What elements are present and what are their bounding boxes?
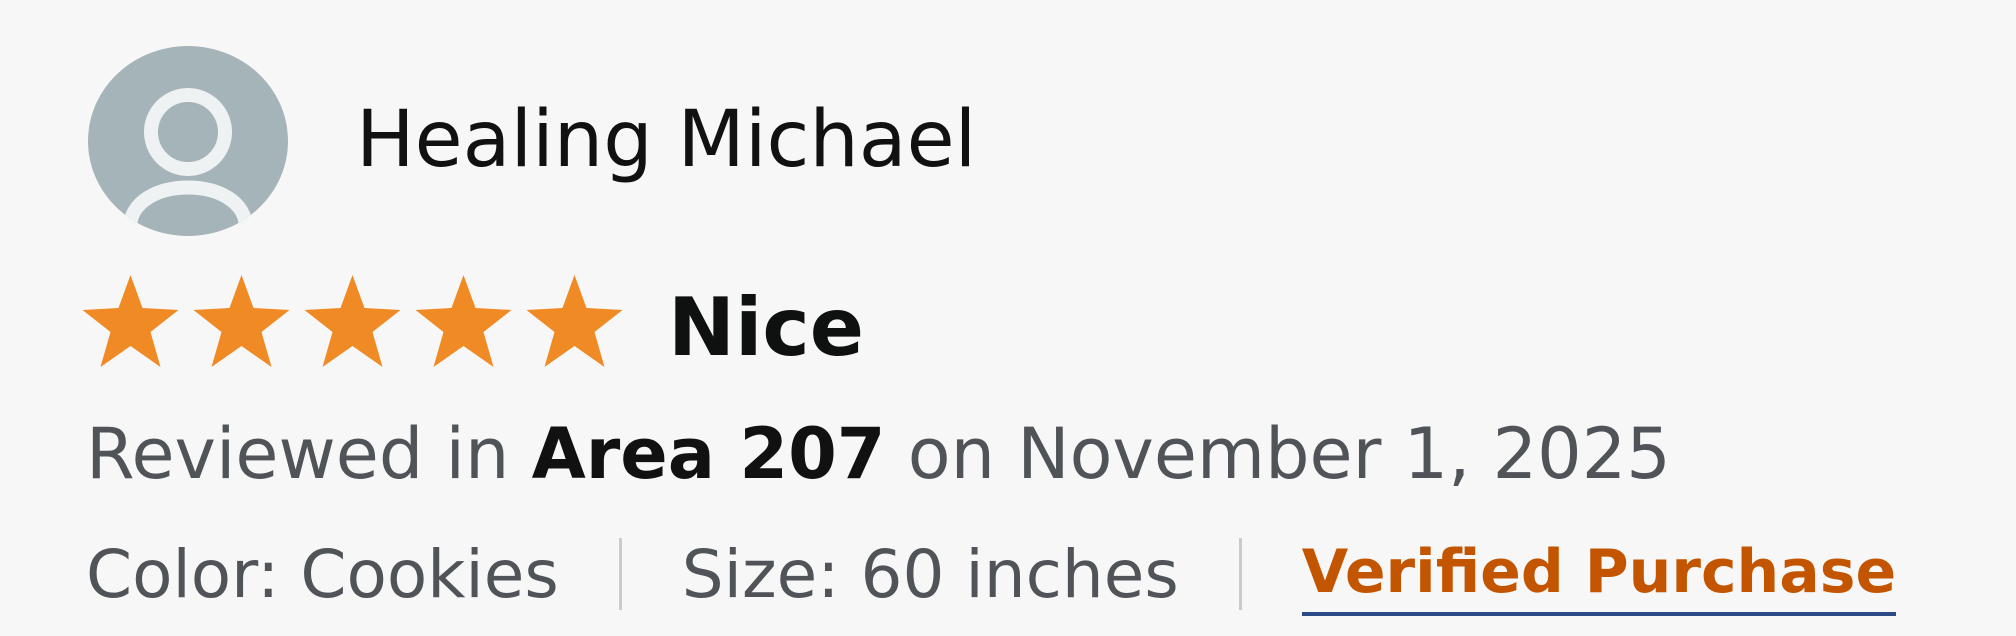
star-filled-icon — [82, 275, 179, 367]
divider — [1238, 538, 1242, 610]
reviewer-avatar[interactable] — [88, 46, 288, 236]
customer-review: Healing Michael Nice Reviewed in Area 20… — [0, 0, 2016, 636]
reviewer-name[interactable]: Healing Michael — [356, 86, 976, 194]
star-filled-icon — [415, 275, 512, 367]
star-filled-icon — [193, 275, 290, 367]
user-silhouette-icon — [123, 88, 253, 235]
divider — [618, 538, 622, 610]
star-filled-icon — [526, 275, 623, 367]
variant-color: Color: Cookies — [86, 535, 559, 613]
review-date: on November 1, 2025 — [907, 413, 1671, 495]
review-date-line: Reviewed in Area 207 on November 1, 2025 — [86, 404, 1671, 504]
verified-purchase-badge[interactable]: Verified Purchase — [1301, 532, 1897, 616]
review-title[interactable]: Nice — [668, 278, 864, 378]
star-rating — [80, 272, 625, 372]
review-meta-prefix: Reviewed in — [86, 413, 510, 495]
review-region: Area 207 — [531, 413, 886, 495]
star-filled-icon — [304, 275, 401, 367]
variant-size: Size: 60 inches — [681, 535, 1179, 613]
product-variant-row: Color: Cookies Size: 60 inches Verified … — [86, 524, 1897, 624]
